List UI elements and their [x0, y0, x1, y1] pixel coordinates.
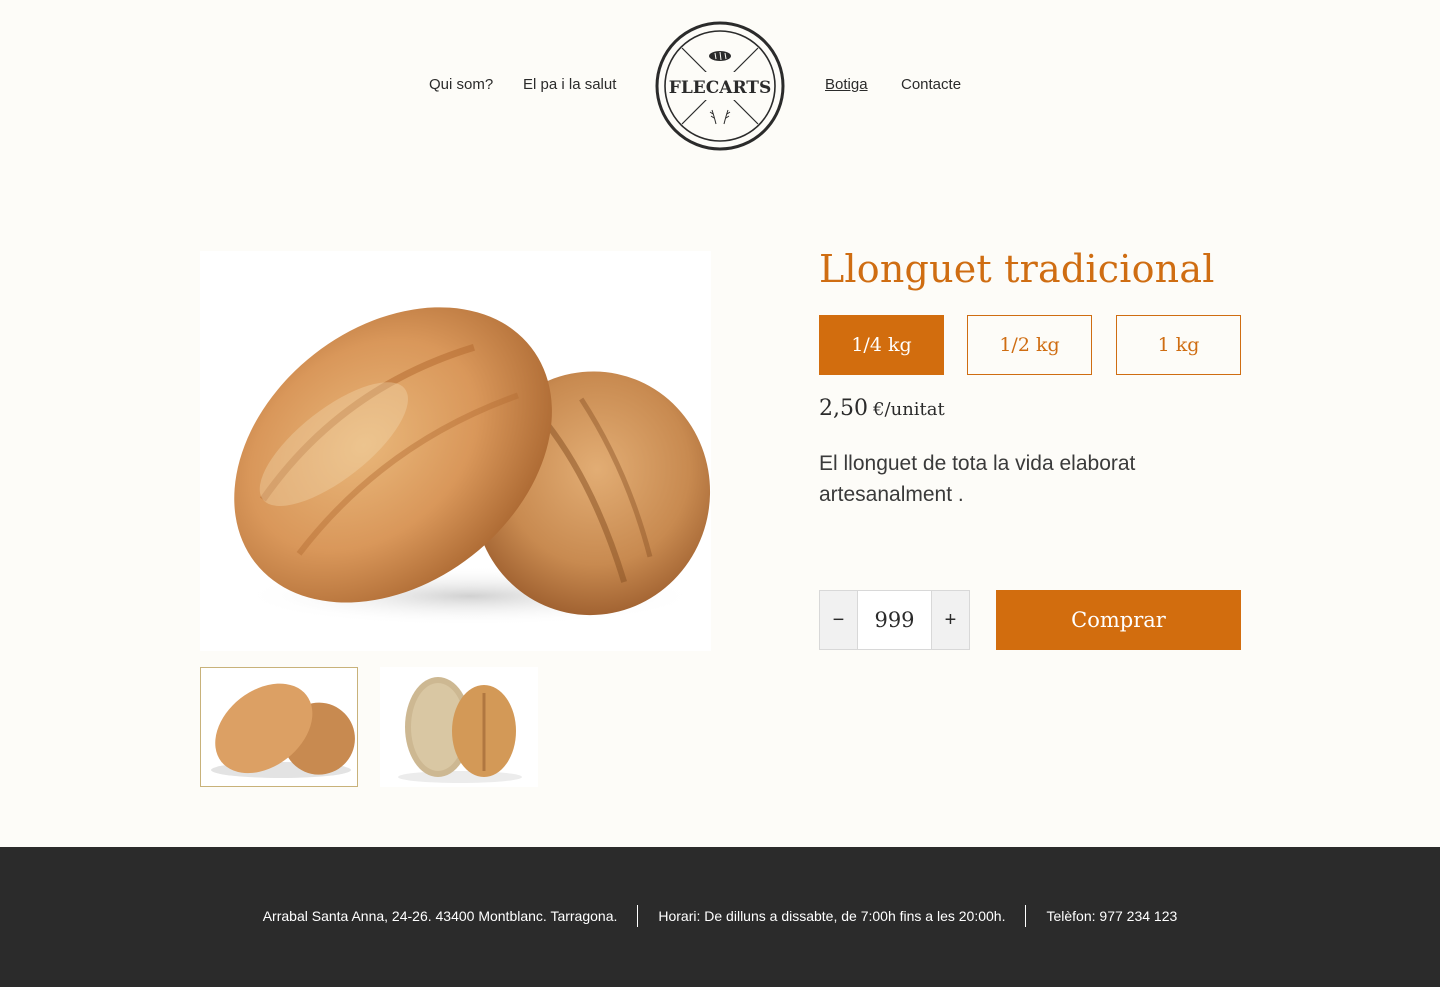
- product-description: El llonguet de tota la vida elaborat art…: [819, 452, 1136, 506]
- footer-address: Arrabal Santa Anna, 24-26. 43400 Montbla…: [262, 908, 618, 924]
- product-price: 2,50 €/unitat: [819, 396, 945, 421]
- footer-phone: Telèfon: 977 234 123: [1046, 908, 1178, 924]
- price-unit: €/unitat: [873, 399, 945, 420]
- product-thumbnail-2[interactable]: [380, 667, 538, 787]
- product-title: Llonguet tradicional: [819, 247, 1215, 291]
- wheat-icon: [709, 109, 731, 125]
- footer-divider: [1025, 905, 1027, 927]
- flecarts-logo[interactable]: FLECARTS: [654, 20, 786, 152]
- quantity-input[interactable]: [858, 591, 931, 649]
- footer: Arrabal Santa Anna, 24-26. 43400 Montbla…: [0, 847, 1440, 987]
- bread-icon: [709, 51, 731, 61]
- buy-button[interactable]: Comprar: [996, 590, 1241, 650]
- quantity-stepper: − +: [819, 590, 970, 650]
- product-main-image: [200, 251, 711, 651]
- quantity-decrement-button[interactable]: −: [820, 591, 858, 649]
- size-option-half-kg[interactable]: 1/2 kg: [967, 315, 1092, 375]
- footer-divider: [637, 905, 639, 927]
- product-thumbnail-1[interactable]: [200, 667, 358, 787]
- nav-link-qui-som[interactable]: Qui som?: [429, 76, 493, 93]
- quantity-increment-button[interactable]: +: [931, 591, 969, 649]
- footer-hours: Horari: De dilluns a dissabte, de 7:00h …: [658, 908, 1006, 924]
- size-option-one-kg[interactable]: 1 kg: [1116, 315, 1241, 375]
- size-option-quarter-kg[interactable]: 1/4 kg: [819, 315, 944, 375]
- price-amount: 2,50: [819, 396, 868, 421]
- logo-text: FLECARTS: [669, 78, 771, 98]
- nav-link-botiga[interactable]: Botiga: [825, 76, 868, 93]
- nav-link-contacte[interactable]: Contacte: [901, 76, 961, 93]
- nav-link-el-pa-i-la-salut[interactable]: El pa i la salut: [523, 76, 616, 93]
